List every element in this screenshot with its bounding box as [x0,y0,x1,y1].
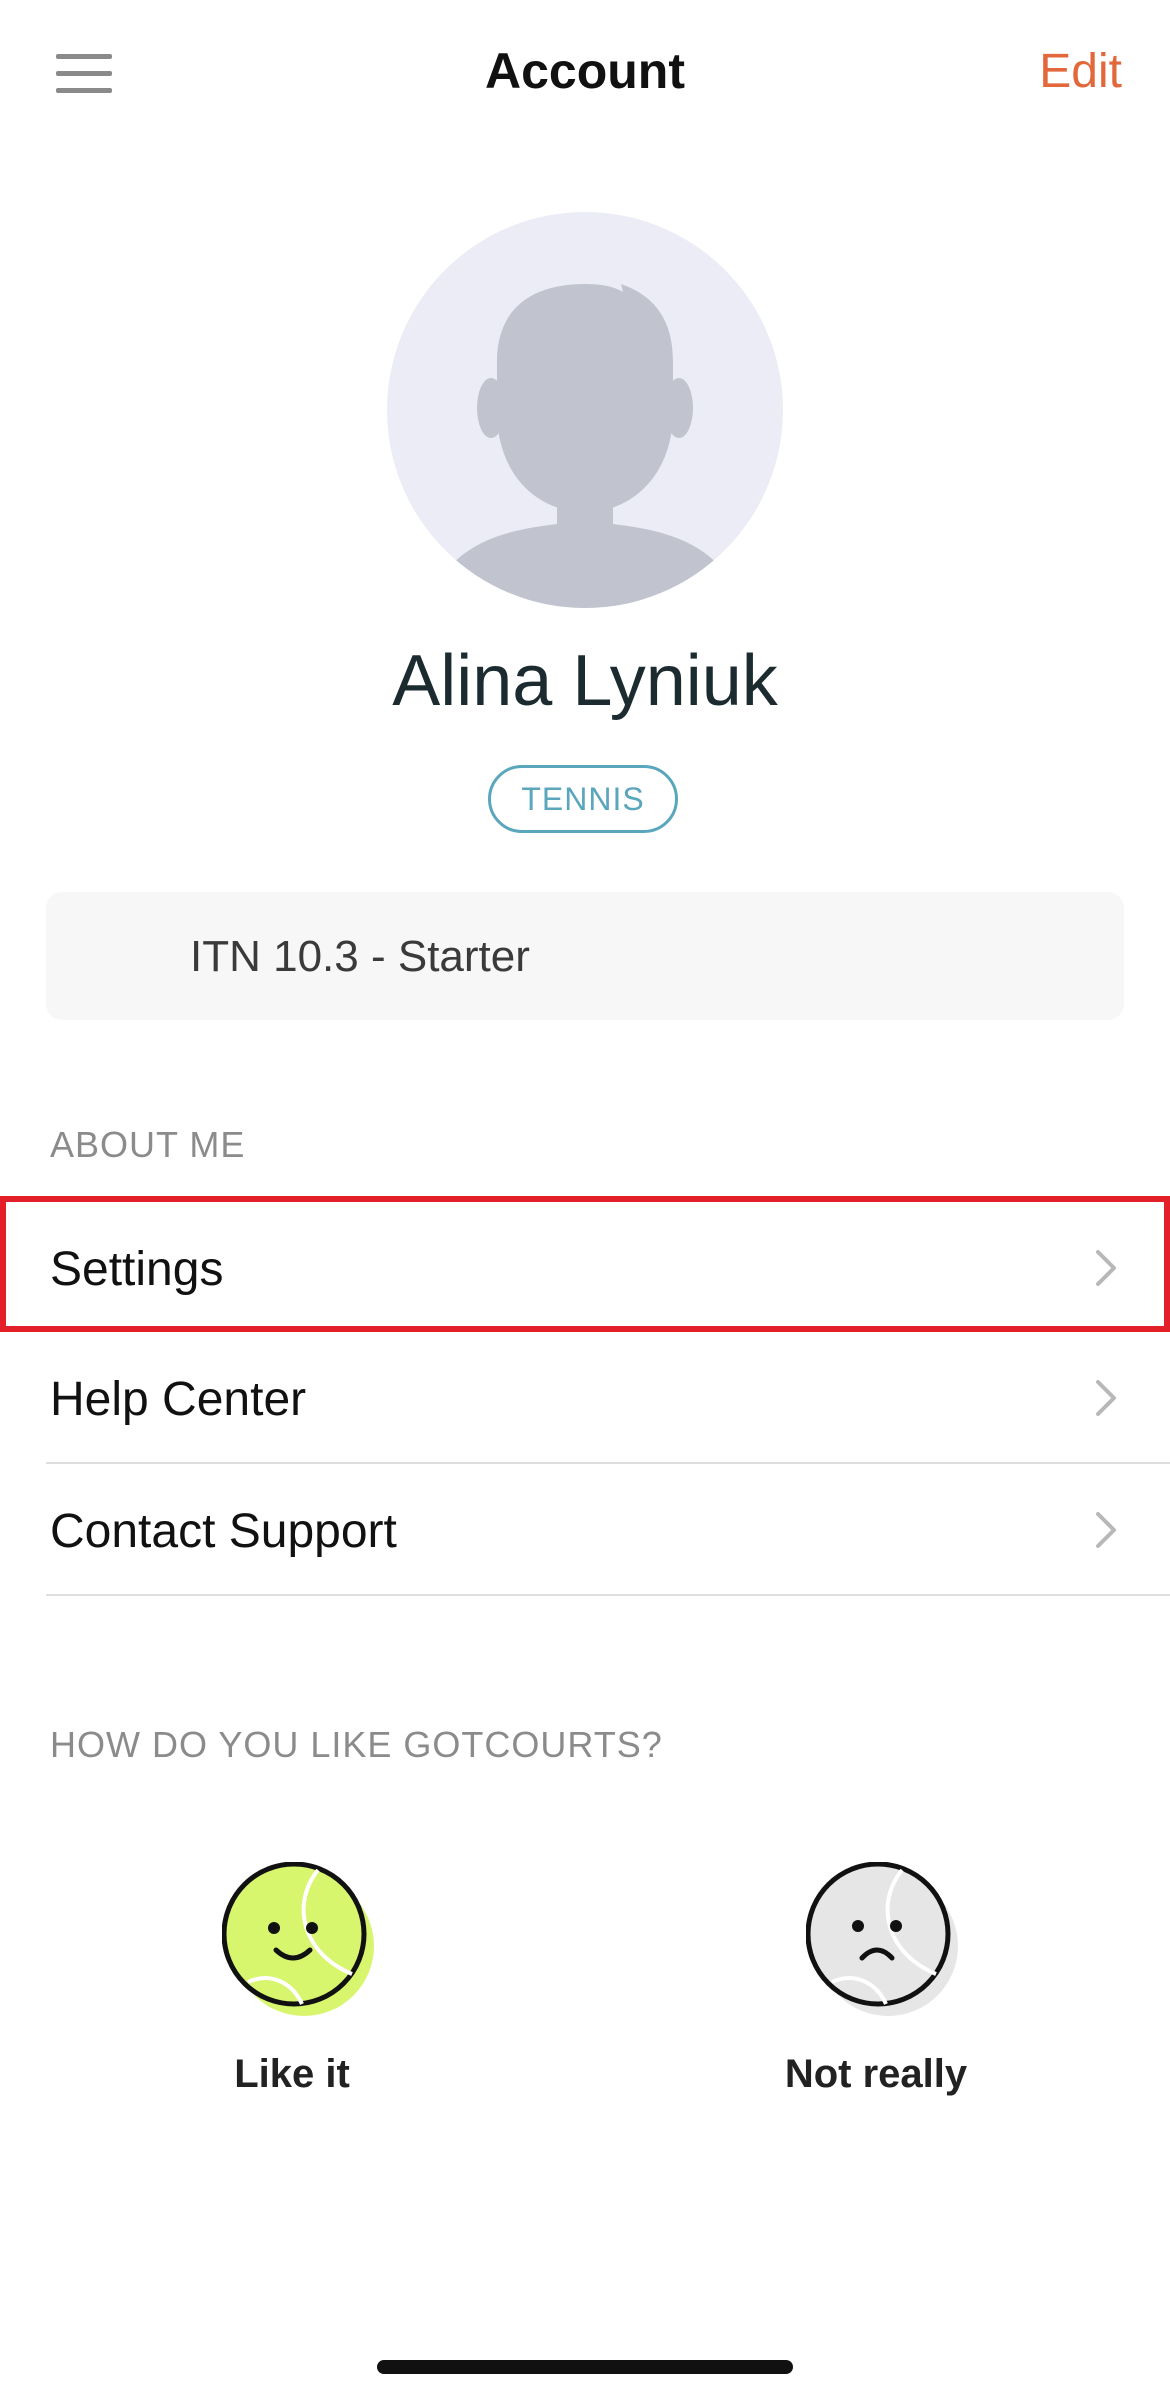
rating-text: ITN 10.3 - Starter [190,932,530,981]
edit-button[interactable]: Edit [1039,44,1122,99]
settings-row[interactable]: Settings [46,1202,1170,1332]
sad-tennis-ball-icon [806,1862,958,2016]
contact-support-row[interactable]: Contact Support [46,1464,1170,1596]
sport-tag[interactable]: TENNIS [488,765,678,833]
like-it-label: Like it [234,2052,350,2096]
happy-tennis-ball-icon [222,1862,374,2016]
chevron-right-icon [1096,1512,1116,1548]
not-really-button[interactable]: Not really [776,1862,976,2122]
user-name: Alina Lyniuk [392,641,778,721]
help-center-label: Help Center [50,1373,307,1426]
settings-label: Settings [50,1243,224,1296]
avatar[interactable] [387,212,783,608]
home-indicator[interactable] [377,2360,793,2374]
chevron-right-icon [1096,1250,1116,1286]
avatar-placeholder-icon [387,212,783,608]
not-really-label: Not really [784,2052,968,2096]
chevron-right-icon [1096,1380,1116,1416]
feedback-section-label: HOW DO YOU LIKE GOTCOURTS? [50,1724,663,1765]
page-title: Account [485,43,685,99]
about-section-label: ABOUT ME [50,1124,246,1165]
help-center-row[interactable]: Help Center [46,1332,1170,1464]
contact-support-label: Contact Support [50,1505,397,1558]
like-it-button[interactable]: Like it [192,1862,392,2122]
